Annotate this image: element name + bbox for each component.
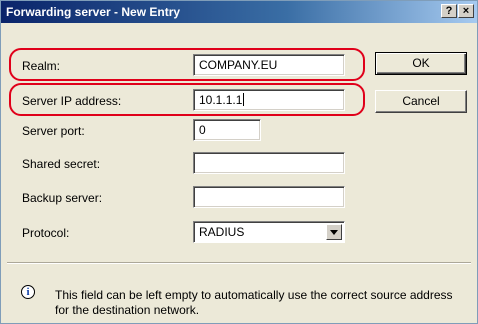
protocol-label: Protocol: [22, 226, 70, 240]
server-port-input[interactable]: 0 [193, 119, 261, 141]
text-cursor [243, 93, 245, 106]
info-text: This field can be left empty to automati… [55, 288, 453, 317]
ok-button[interactable]: OK [375, 52, 467, 75]
cancel-button[interactable]: Cancel [375, 90, 467, 113]
backup-server-input[interactable] [193, 186, 345, 208]
realm-value: COMPANY.EU [199, 58, 278, 72]
server-ip-value: 10.1.1.1 [199, 93, 243, 107]
chevron-down-icon[interactable] [326, 224, 342, 240]
shared-secret-input[interactable] [193, 152, 345, 174]
server-ip-label: Server IP address: [22, 94, 122, 108]
server-port-label: Server port: [22, 124, 85, 138]
info-icon: i [21, 285, 35, 299]
realm-label: Realm: [22, 59, 61, 73]
realm-input[interactable]: COMPANY.EU [193, 54, 345, 76]
separator [7, 262, 471, 264]
window-title: Forwarding server - New Entry [6, 5, 181, 19]
shared-secret-label: Shared secret: [22, 157, 101, 171]
protocol-value: RADIUS [199, 225, 245, 239]
dialog-window: Forwarding server - New Entry ? × Realm:… [0, 0, 478, 324]
backup-server-label: Backup server: [22, 191, 103, 205]
help-button[interactable]: ? [441, 4, 457, 18]
title-bar: Forwarding server - New Entry ? × [1, 1, 477, 23]
close-button[interactable]: × [458, 4, 474, 18]
protocol-select[interactable]: RADIUS [193, 221, 345, 243]
server-port-value: 0 [199, 123, 206, 137]
server-ip-input[interactable]: 10.1.1.1 [193, 89, 345, 111]
